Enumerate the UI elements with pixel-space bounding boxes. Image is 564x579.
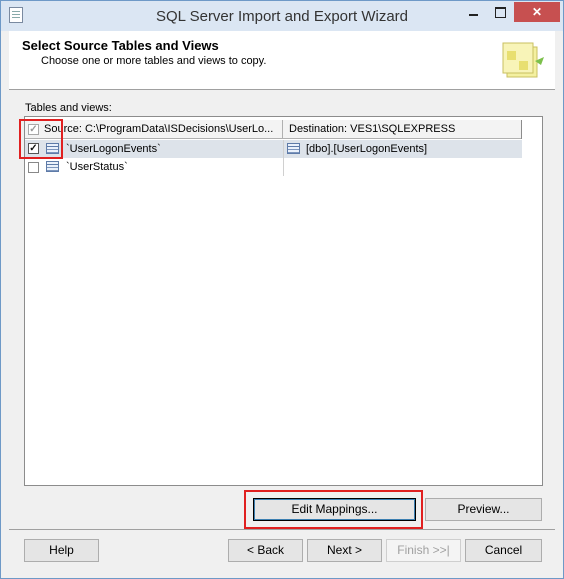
finish-button[interactable]: Finish >>| <box>386 539 461 562</box>
back-button[interactable]: < Back <box>228 539 303 562</box>
tables-views-grid[interactable]: ✓ Source: C:\ProgramData\ISDecisions\Use… <box>19 116 543 486</box>
highlight-box <box>244 490 423 529</box>
table-icon <box>287 143 300 154</box>
tables-views-label: Tables and views: <box>25 102 112 114</box>
column-header-destination[interactable]: Destination: VES1\SQLEXPRESS <box>284 120 522 139</box>
maximize-button[interactable] <box>487 2 514 22</box>
table-icon <box>46 161 59 172</box>
source-table-name: `UserStatus` <box>66 161 128 173</box>
source-cell: `UserStatus` <box>44 158 284 176</box>
table-row[interactable]: ✓ `UserLogonEvents` [dbo].[UserLogonEven… <box>25 140 522 158</box>
source-cell: `UserLogonEvents` <box>44 140 284 158</box>
wizard-window: SQL Server Import and Export Wizard ✕ Se… <box>0 0 564 579</box>
wizard-icon <box>502 42 544 78</box>
column-header-source[interactable]: Source: C:\ProgramData\ISDecisions\UserL… <box>44 120 283 139</box>
next-button[interactable]: Next > <box>307 539 382 562</box>
help-button[interactable]: Help <box>24 539 99 562</box>
preview-button[interactable]: Preview... <box>425 498 542 521</box>
row-checkbox[interactable] <box>28 162 39 173</box>
minimize-button[interactable] <box>460 2 487 22</box>
source-table-name: `UserLogonEvents` <box>66 143 161 155</box>
destination-table-name: [dbo].[UserLogonEvents] <box>306 143 428 155</box>
header-pane: Select Source Tables and Views Choose on… <box>9 31 555 89</box>
page-subtitle: Choose one or more tables and views to c… <box>41 55 267 67</box>
highlight-box <box>19 119 63 159</box>
cancel-button[interactable]: Cancel <box>465 539 542 562</box>
close-button[interactable]: ✕ <box>514 2 560 22</box>
header-separator <box>9 89 555 90</box>
bottom-separator <box>9 529 555 530</box>
title-bar: SQL Server Import and Export Wizard ✕ <box>1 1 563 31</box>
destination-cell[interactable]: [dbo].[UserLogonEvents] <box>284 140 522 158</box>
grid-header: ✓ Source: C:\ProgramData\ISDecisions\Use… <box>25 120 522 139</box>
table-row[interactable]: `UserStatus` <box>25 158 522 176</box>
page-title: Select Source Tables and Views <box>22 38 219 53</box>
destination-cell[interactable] <box>284 158 522 176</box>
